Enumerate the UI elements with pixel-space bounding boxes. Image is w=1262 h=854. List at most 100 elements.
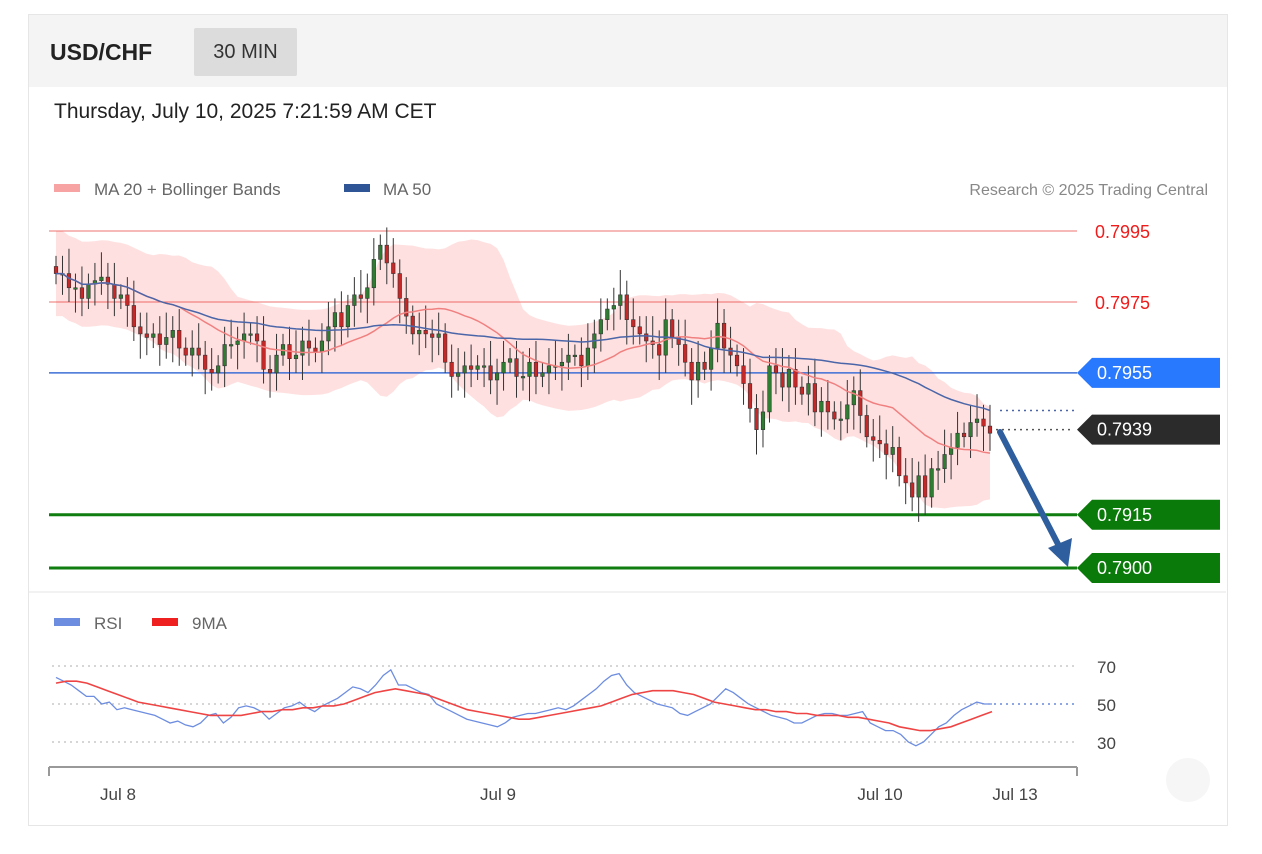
- candle-body: [365, 287, 370, 299]
- candle-body: [968, 422, 973, 438]
- candle-body: [793, 369, 798, 388]
- resistance-label: 0.7975: [1095, 293, 1150, 313]
- candle-body: [936, 468, 941, 471]
- candle-body: [443, 333, 448, 363]
- candle-body: [332, 312, 337, 328]
- candle-body: [585, 347, 590, 367]
- candle-body: [884, 443, 889, 455]
- candle-body: [566, 354, 571, 363]
- candle-body: [754, 408, 759, 430]
- candle-body: [780, 372, 785, 388]
- candle-body: [475, 365, 480, 370]
- candle-body: [825, 400, 830, 413]
- ma20-legend-label: MA 20 + Bollinger Bands: [94, 180, 281, 199]
- candle-body: [670, 319, 675, 338]
- candle-body: [436, 333, 441, 338]
- candle-body: [53, 266, 59, 274]
- candle-body: [903, 475, 908, 484]
- ma50-legend-swatch: [344, 184, 370, 192]
- candle-body: [520, 376, 526, 379]
- current-price-value: 0.7939: [1097, 420, 1152, 440]
- candle-body: [786, 369, 792, 388]
- support-value: 0.7915: [1097, 505, 1152, 525]
- candle-body: [190, 347, 195, 356]
- candle-body: [897, 447, 902, 477]
- candle-body: [216, 365, 221, 374]
- candle-body: [618, 294, 623, 306]
- candle-body: [929, 468, 934, 498]
- candle-body: [974, 418, 980, 423]
- ma9-legend-label: 9MA: [192, 614, 228, 633]
- candle-body: [430, 333, 435, 338]
- chart-canvas: MA 20 + Bollinger Bands MA 50 Research ©…: [28, 180, 1226, 804]
- price-legend: MA 20 + Bollinger Bands MA 50 Research ©…: [54, 180, 1208, 199]
- candle-body: [66, 273, 72, 289]
- candle-body: [138, 326, 143, 335]
- candle-body: [157, 333, 162, 345]
- current-price-label: 0.7939: [1077, 414, 1220, 445]
- candle-body: [151, 333, 156, 338]
- candle-body: [709, 347, 714, 370]
- candle-body: [131, 305, 136, 328]
- ma50-legend-label: MA 50: [383, 180, 431, 199]
- candle-body: [79, 287, 85, 299]
- candle-body: [313, 347, 318, 352]
- candle-body: [527, 361, 532, 377]
- candle-body: [391, 262, 396, 274]
- candle-body: [747, 383, 753, 409]
- research-credit: Research © 2025 Trading Central: [969, 182, 1208, 199]
- candle-body: [293, 354, 299, 360]
- candle-body: [916, 475, 921, 498]
- candle-body: [987, 425, 993, 434]
- rsi-panel: 30 50 70: [52, 658, 1116, 753]
- candle-body: [326, 326, 331, 342]
- candle-body: [734, 354, 740, 367]
- candle-body: [209, 369, 214, 374]
- candle-body: [961, 432, 967, 438]
- candle-body: [397, 273, 402, 299]
- candle-body: [99, 276, 104, 281]
- candle-body: [417, 330, 422, 335]
- rsi-legend-swatch: [54, 618, 80, 626]
- candle-body: [657, 344, 662, 356]
- candle-body: [838, 418, 843, 421]
- candle-body: [683, 344, 688, 363]
- candle-body: [773, 365, 779, 374]
- candle-body: [501, 361, 506, 374]
- candle-body: [183, 347, 188, 356]
- candle-body: [910, 482, 915, 498]
- candle-body: [605, 308, 610, 320]
- x-axis-tick-label: Jul 8: [100, 785, 136, 804]
- x-axis-tick-label: Jul 10: [857, 785, 902, 804]
- candle-body: [507, 358, 513, 363]
- candle-body: [378, 244, 383, 260]
- candle-body: [942, 454, 947, 469]
- scroll-to-latest-button[interactable]: [1166, 758, 1210, 802]
- forecast-arrow-shaft: [997, 429, 1063, 551]
- candle-body: [871, 436, 876, 441]
- candle-body: [242, 333, 247, 342]
- candle-body: [923, 475, 928, 498]
- candle-body: [540, 372, 545, 377]
- candle-body: [611, 305, 616, 310]
- candle-body: [112, 283, 117, 299]
- candle-body: [196, 347, 201, 356]
- candle-body: [598, 319, 603, 335]
- support-label: 0.7900: [1077, 553, 1220, 583]
- candle-body: [222, 344, 227, 367]
- candle-body: [579, 354, 584, 367]
- rsi-tick-label: 50: [1097, 696, 1116, 715]
- candle-body: [696, 361, 701, 381]
- candle-body: [73, 287, 78, 290]
- candle-body: [371, 259, 376, 289]
- support-value: 0.7900: [1097, 558, 1152, 578]
- candle-body: [254, 333, 260, 342]
- candle-body: [177, 330, 182, 349]
- candle-body: [319, 340, 325, 352]
- candle-body: [358, 294, 363, 299]
- rsi-legend: RSI 9MA: [54, 614, 228, 633]
- candle-body: [955, 432, 960, 448]
- candle-body: [449, 361, 454, 377]
- candle-body: [144, 333, 149, 338]
- pivot-value: 0.7955: [1097, 363, 1152, 383]
